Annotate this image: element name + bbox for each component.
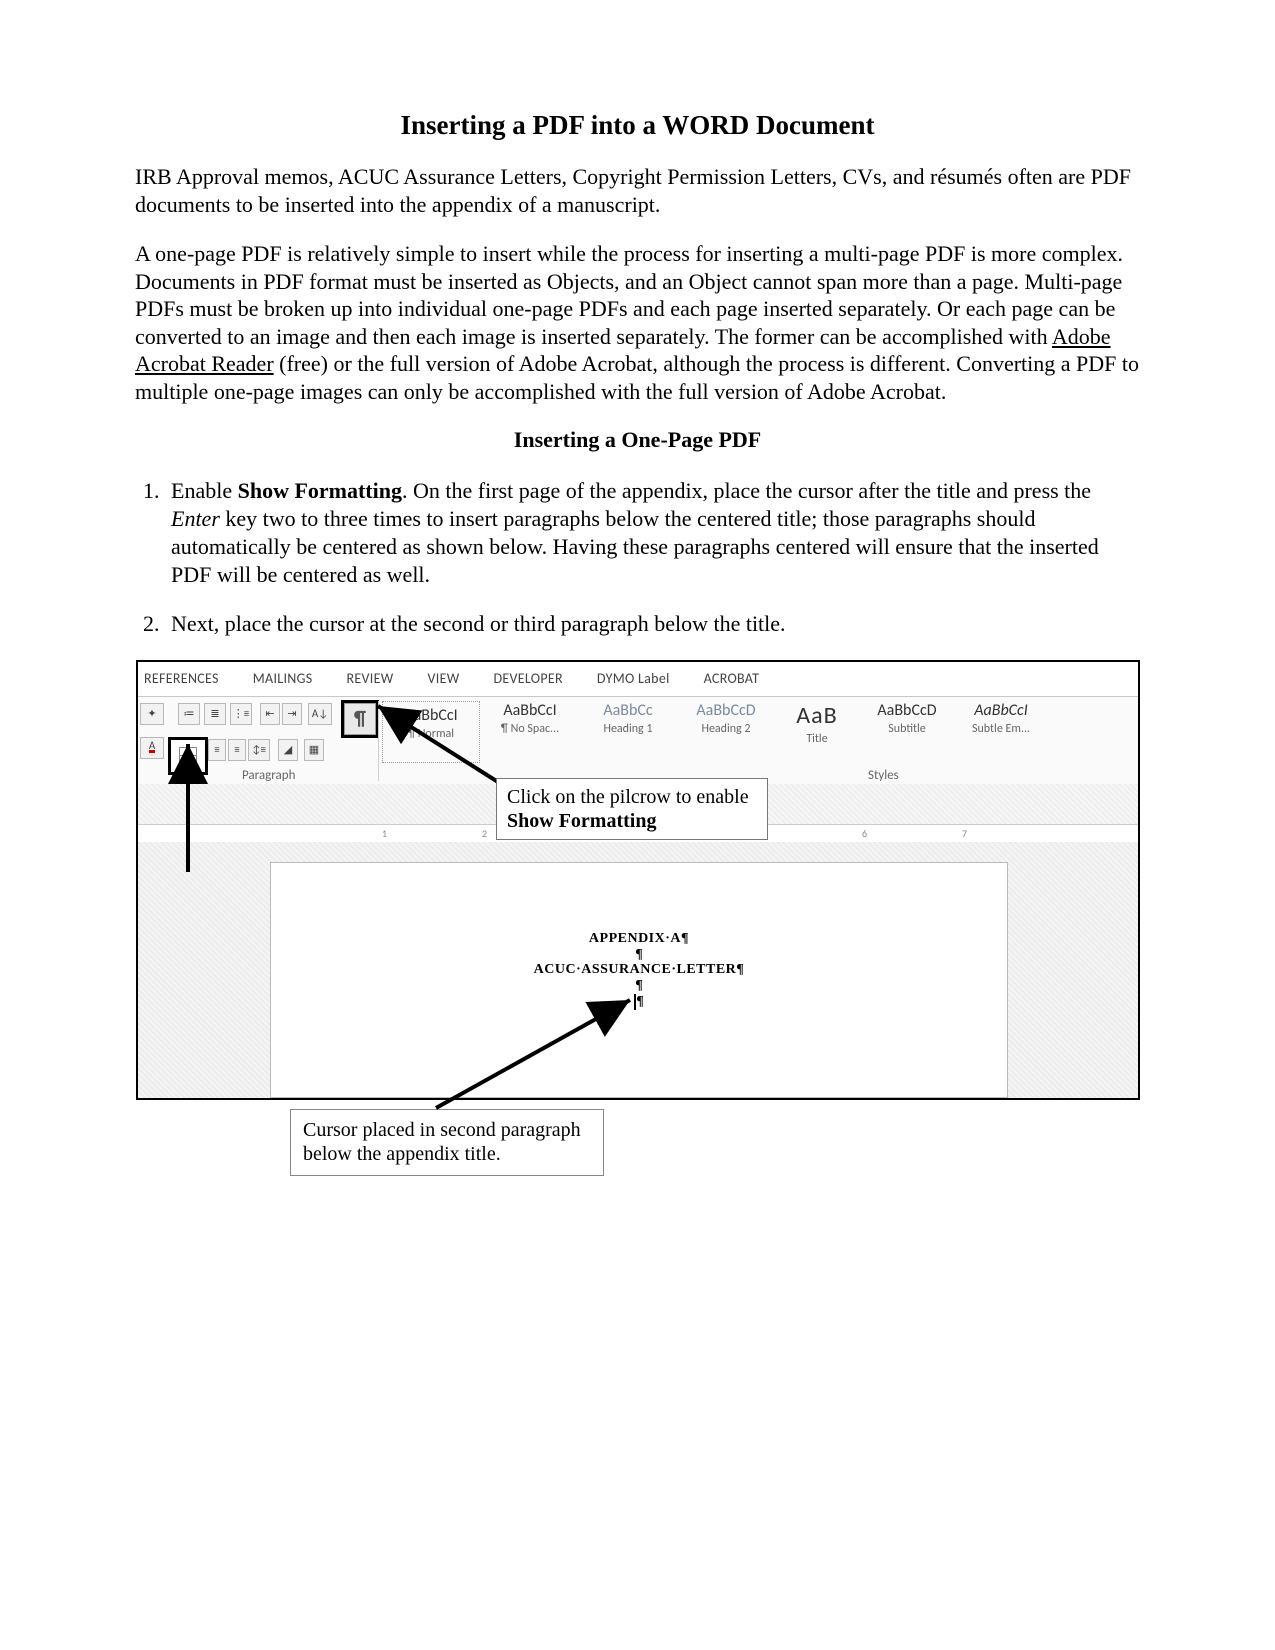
style-heading-2[interactable]: AaBbCcD Heading 2	[680, 701, 772, 753]
style-no-spacing[interactable]: AaBbCcI No Spac...	[484, 701, 576, 753]
sort-icon[interactable]: A↓	[308, 703, 332, 725]
intro-paragraph-2: A one-page PDF is relatively simple to i…	[135, 240, 1140, 405]
intro-2a: A one-page PDF is relatively simple to i…	[135, 241, 1123, 349]
intro-2b: (free) or the full version of Adobe Acro…	[135, 351, 1139, 404]
format-painter-icon[interactable]: ✦	[140, 703, 164, 725]
callout-pilcrow: Click on the pilcrow to enable Show Form…	[496, 778, 768, 840]
step-1-italic: Enter	[171, 506, 220, 531]
align-center-icon[interactable]: ≡	[228, 739, 246, 761]
tab-mailings[interactable]: MAILINGS	[253, 670, 313, 687]
style-normal[interactable]: AaBbCcI Normal	[382, 701, 480, 763]
show-formatting-button[interactable]: ¶	[344, 703, 376, 735]
tab-view[interactable]: VIEW	[428, 670, 460, 687]
intro-paragraph-1: IRB Approval memos, ACUC Assurance Lette…	[135, 163, 1140, 218]
screenshot-container: REFERENCES MAILINGS REVIEW VIEW DEVELOPE…	[136, 660, 1140, 1100]
borders-icon[interactable]: ▦	[304, 739, 324, 761]
multilevel-icon[interactable]: ⋮≡	[230, 703, 252, 725]
group-label-paragraph: Paragraph	[242, 768, 295, 783]
appendix-subtitle: ACUC·ASSURANCE·LETTER¶	[271, 962, 1007, 978]
ribbon-body: ✦ A ≔ ≣ ⋮≡ ⇤ ⇥ A↓ ≡ ≡ ↕≡ ◢ ▦ ¶	[138, 697, 1138, 786]
bullets-icon[interactable]: ≔	[178, 703, 200, 725]
align-left-icon[interactable]: ≡	[208, 739, 226, 761]
ribbon-tab-strip: REFERENCES MAILINGS REVIEW VIEW DEVELOPE…	[138, 662, 1138, 697]
callout-cursor: Cursor placed in second paragraph below …	[290, 1109, 604, 1176]
document-page: APPENDIX·A¶ ¶ ACUC·ASSURANCE·LETTER¶ ¶ ¶	[270, 862, 1008, 1098]
group-label-styles: Styles	[868, 768, 899, 783]
tab-references[interactable]: REFERENCES	[144, 670, 219, 687]
step-2: Next, place the cursor at the second or …	[165, 610, 1140, 638]
section-heading-one-page: Inserting a One-Page PDF	[135, 427, 1140, 453]
borders-button-highlight[interactable]	[168, 737, 208, 775]
appendix-title: APPENDIX·A¶	[271, 931, 1007, 947]
line-spacing-icon[interactable]: ↕≡	[248, 739, 270, 761]
increase-indent-icon[interactable]: ⇥	[282, 703, 302, 725]
tab-developer[interactable]: DEVELOPER	[493, 670, 562, 687]
style-heading-1[interactable]: AaBbCc Heading 1	[582, 701, 674, 753]
style-subtle-emphasis[interactable]: AaBbCcI Subtle Em...	[956, 701, 1046, 753]
page-title: Inserting a PDF into a WORD Document	[135, 110, 1140, 141]
tab-acrobat[interactable]: ACROBAT	[704, 670, 760, 687]
decrease-indent-icon[interactable]: ⇤	[260, 703, 280, 725]
font-color-icon[interactable]: A	[140, 737, 164, 759]
word-ribbon-screenshot: REFERENCES MAILINGS REVIEW VIEW DEVELOPE…	[136, 660, 1140, 1100]
style-subtitle[interactable]: AaBbCcD Subtitle	[864, 701, 950, 753]
step-1-bold: Show Formatting	[238, 478, 402, 503]
cursor-paragraph: ¶	[271, 994, 1007, 1010]
step-1: Enable Show Formatting. On the first pag…	[165, 477, 1140, 590]
numbering-icon[interactable]: ≣	[204, 703, 226, 725]
tab-dymo[interactable]: DYMO Label	[597, 670, 670, 687]
pilcrow-mark-1: ¶	[271, 947, 1007, 962]
style-title[interactable]: AaB Title	[778, 701, 856, 753]
steps-list: Enable Show Formatting. On the first pag…	[135, 477, 1140, 638]
shading-icon[interactable]: ◢	[278, 739, 298, 761]
tab-review[interactable]: REVIEW	[347, 670, 394, 687]
pilcrow-mark-2: ¶	[271, 978, 1007, 993]
